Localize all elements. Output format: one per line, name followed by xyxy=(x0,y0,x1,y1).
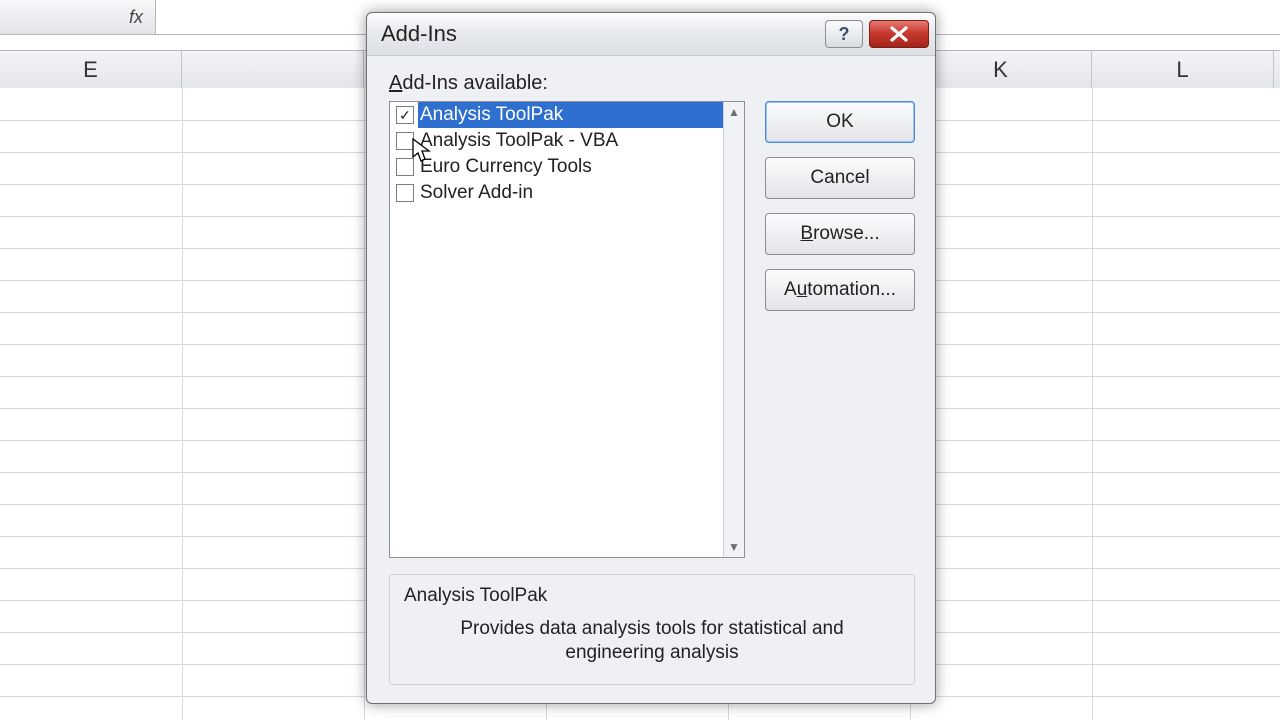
list-item[interactable]: Solver Add-in xyxy=(390,180,723,206)
description-frame: Analysis ToolPak Provides data analysis … xyxy=(389,574,915,685)
description-title: Analysis ToolPak xyxy=(404,585,900,607)
ok-button[interactable]: OK xyxy=(765,101,915,143)
checkbox[interactable] xyxy=(396,132,414,150)
addins-dialog: Add-Ins ? Add-Ins available: ✓ Analysis … xyxy=(366,12,936,704)
col-header-l[interactable]: L xyxy=(1092,51,1274,89)
col-header-e[interactable]: E xyxy=(0,51,182,89)
description-text: Provides data analysis tools for statist… xyxy=(404,617,900,666)
dialog-body: Add-Ins available: ✓ Analysis ToolPak An… xyxy=(367,56,935,703)
question-icon: ? xyxy=(839,24,850,45)
listbox-scrollbar[interactable]: ▲ ▼ xyxy=(723,102,744,557)
dialog-title: Add-Ins xyxy=(381,21,825,47)
list-item[interactable]: Euro Currency Tools xyxy=(390,154,723,180)
help-button[interactable]: ? xyxy=(825,20,863,48)
addins-listbox[interactable]: ✓ Analysis ToolPak Analysis ToolPak - VB… xyxy=(389,101,745,558)
cancel-button[interactable]: Cancel xyxy=(765,157,915,199)
scroll-down-icon[interactable]: ▼ xyxy=(726,539,742,555)
col-header[interactable] xyxy=(182,51,364,89)
available-label: Add-Ins available: xyxy=(389,72,915,95)
close-button[interactable] xyxy=(869,20,929,48)
list-item-label: Solver Add-in xyxy=(418,180,723,206)
list-item-label: Euro Currency Tools xyxy=(418,154,723,180)
col-header-k[interactable]: K xyxy=(910,51,1092,89)
list-item[interactable]: Analysis ToolPak - VBA xyxy=(390,128,723,154)
fx-icon: fx xyxy=(0,0,156,34)
scroll-up-icon[interactable]: ▲ xyxy=(726,104,742,120)
automation-button[interactable]: Automation... xyxy=(765,269,915,311)
checkbox[interactable] xyxy=(396,184,414,202)
browse-button[interactable]: Browse... xyxy=(765,213,915,255)
close-icon xyxy=(888,25,910,43)
dialog-button-column: OK Cancel Browse... Automation... xyxy=(765,101,915,558)
list-item-label: Analysis ToolPak xyxy=(418,102,723,128)
checkbox[interactable]: ✓ xyxy=(396,106,414,124)
dialog-titlebar[interactable]: Add-Ins ? xyxy=(367,13,935,56)
checkbox[interactable] xyxy=(396,158,414,176)
list-item[interactable]: ✓ Analysis ToolPak xyxy=(390,102,723,128)
list-item-label: Analysis ToolPak - VBA xyxy=(418,128,723,154)
